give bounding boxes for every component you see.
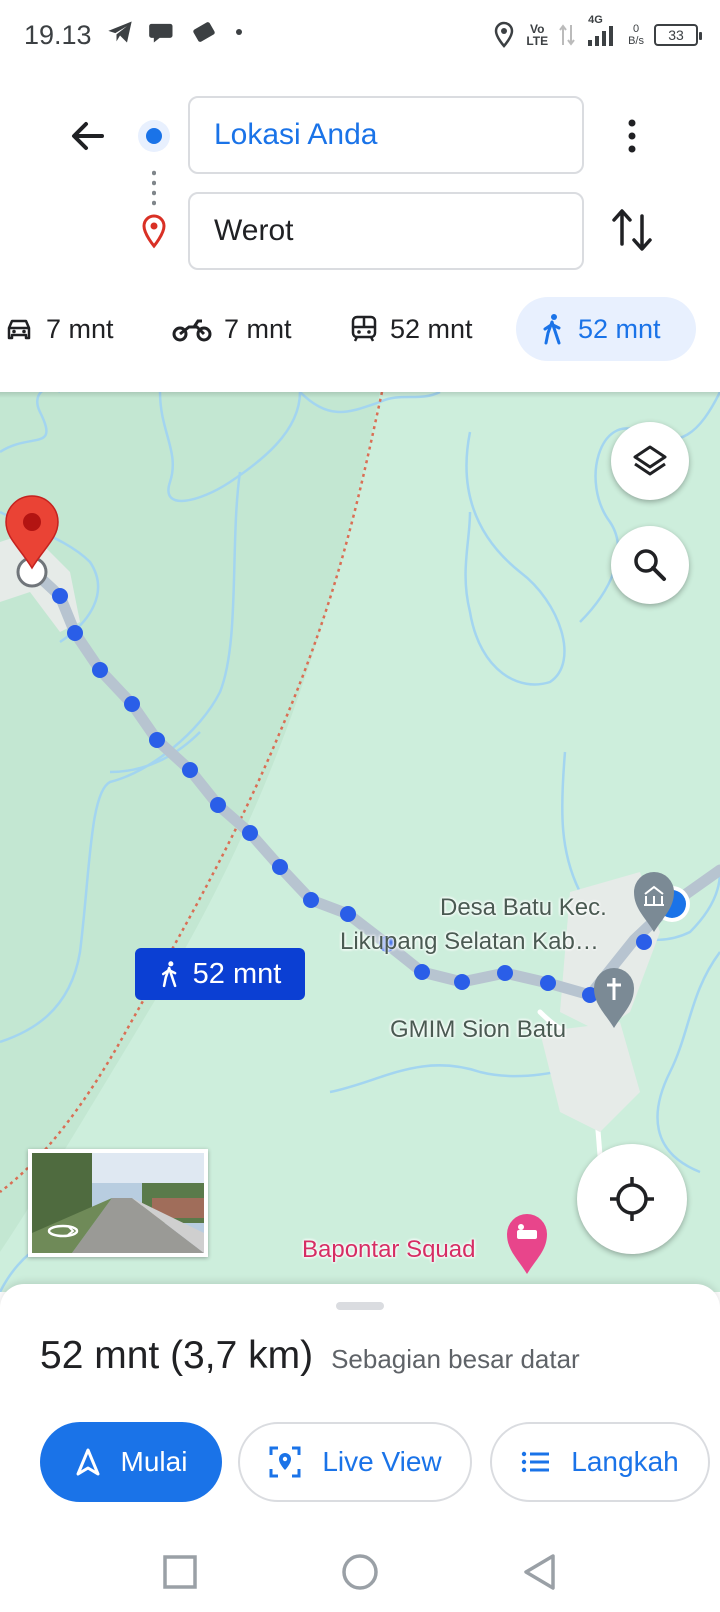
header-shadow (0, 392, 720, 398)
tab-motorcycle[interactable]: 7 mnt (172, 297, 292, 361)
sheet-drag-handle[interactable] (336, 1302, 384, 1310)
car-icon (7, 319, 31, 340)
data-arrows-icon (559, 23, 575, 46)
directions-header: Lokasi Anda Werot 7 mnt 7 mnt 52 mnt 52 … (0, 72, 720, 392)
battery-level: 33 (668, 26, 684, 43)
location-icon (495, 21, 514, 48)
volte-indicator: Vo LTE (526, 23, 548, 47)
steps-button[interactable]: Langkah (490, 1422, 710, 1502)
transit-icon (351, 315, 377, 342)
home-icon[interactable] (340, 1552, 380, 1592)
search-icon (634, 549, 666, 581)
notification-icons (106, 18, 246, 46)
volte-top: Vo (529, 21, 545, 36)
live-view-label: Live View (322, 1446, 442, 1477)
destination-pin-icon (142, 214, 166, 249)
live-view-button[interactable]: Live View (238, 1422, 472, 1502)
tab-walking[interactable]: 52 mnt (516, 297, 696, 361)
tab-driving[interactable]: 7 mnt (4, 297, 114, 361)
origin-text: Lokasi Anda (214, 118, 378, 151)
walking-time: 52 mnt (578, 313, 661, 344)
street-view-thumbnail[interactable] (28, 1149, 208, 1257)
driving-time: 7 mnt (46, 313, 114, 344)
map-view[interactable]: Desa Batu Kec. Likupang Selatan Kab… GMI… (0, 392, 720, 1292)
back-icon[interactable] (520, 1552, 560, 1592)
origin-field[interactable]: Lokasi Anda (188, 96, 584, 174)
chat-icon (149, 23, 173, 43)
hotel-poi-icon[interactable] (507, 1214, 547, 1274)
speed-unit: B/s (628, 34, 644, 47)
search-along-route-button[interactable] (611, 526, 689, 604)
ticket-icon (193, 22, 215, 42)
system-icons: Vo LTE 4G 0 B/s 33 (492, 14, 702, 51)
signal-group: 4G (586, 14, 618, 51)
system-navigation-bar (0, 1530, 720, 1612)
poi-label-desa[interactable]: Desa Batu Kec. (440, 894, 607, 922)
route-summary: 52 mnt (3,7 km) Sebagian besar datar (40, 1334, 580, 1378)
route-connector (152, 168, 156, 206)
route-duration-callout[interactable]: 52 mnt (135, 948, 305, 1000)
volte-bottom: LTE (526, 33, 549, 48)
crosshair-icon (610, 1177, 654, 1221)
tab-transit[interactable]: 52 mnt (350, 297, 473, 361)
network-type: 4G (588, 14, 603, 26)
recents-icon[interactable] (160, 1552, 200, 1592)
start-label: Mulai (120, 1446, 188, 1477)
rotate-360-icon (47, 1224, 79, 1238)
battery-icon: 33 (654, 23, 702, 46)
destination-text: Werot (214, 214, 294, 247)
dot-icon (236, 29, 242, 35)
duration-distance: 52 mnt (3,7 km) (40, 1334, 314, 1377)
poi-label-hotel[interactable]: Bapontar Squad (302, 1236, 475, 1264)
route-duration-text: 52 mnt (192, 957, 282, 990)
list-icon (522, 1451, 550, 1473)
motorcycle-icon (172, 319, 212, 342)
start-navigation-button[interactable]: Mulai (40, 1422, 222, 1502)
navigation-arrow-icon (76, 1448, 100, 1476)
origin-dot-icon (138, 120, 170, 152)
layers-button[interactable] (611, 422, 689, 500)
swap-icon[interactable] (608, 204, 656, 256)
walk-icon (543, 314, 561, 345)
travel-mode-tabs: 7 mnt 7 mnt 52 mnt 52 mnt (0, 297, 720, 361)
status-bar: 19.13 Vo LTE 4G 0 B/s 33 (0, 0, 720, 72)
transit-time: 52 mnt (390, 313, 473, 344)
steps-label: Langkah (571, 1446, 679, 1477)
layers-icon (633, 445, 667, 476)
poi-label-church[interactable]: GMIM Sion Batu (390, 1016, 566, 1044)
destination-field[interactable]: Werot (188, 192, 584, 270)
poi-label-desa-line2[interactable]: Likupang Selatan Kab… (340, 928, 599, 956)
motorcycle-time: 7 mnt (224, 313, 292, 344)
status-time: 19.13 (24, 20, 92, 50)
speed-value: 0 (632, 22, 640, 35)
live-view-icon (269, 1446, 301, 1478)
net-speed: 0 B/s (628, 23, 644, 47)
telegram-icon (108, 21, 132, 43)
more-options-icon[interactable] (614, 112, 650, 160)
back-arrow-icon[interactable] (64, 112, 112, 160)
walk-icon (161, 961, 177, 988)
terrain-note: Sebagian besar datar (331, 1344, 580, 1374)
my-location-button[interactable] (577, 1144, 687, 1254)
